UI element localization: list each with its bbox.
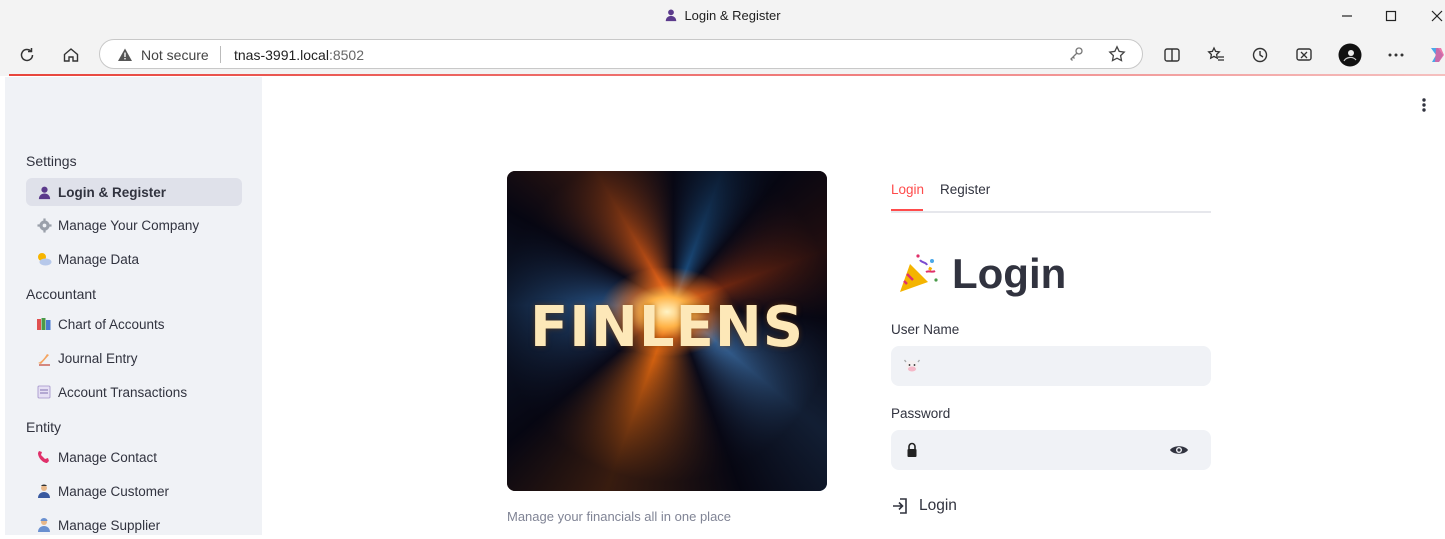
home-icon[interactable] [58,42,84,68]
browser-toolbar: Not secure tnas-3991.local:8502 [0,33,1445,76]
login-button-label: Login [919,497,957,514]
url-text[interactable]: tnas-3991.local:8502 [234,47,364,63]
refresh-icon[interactable] [14,42,40,68]
sidebar-item-label: Manage Data [58,251,140,267]
worker-icon [36,517,52,533]
telephone-icon [36,449,52,465]
username-label: User Name [891,322,960,337]
sidebar-header-entity: Entity [26,419,62,435]
key-icon[interactable] [1068,46,1084,67]
sun-behind-cloud-icon [36,251,52,267]
sidebar-header-settings: Settings [26,153,77,169]
split-screen-icon[interactable] [1159,42,1185,68]
login-heading: Login [896,250,1066,298]
url-divider [220,46,221,63]
sidebar-item-manage-data[interactable]: Manage Data [26,245,242,273]
image-caption: Manage your financials all in one place [507,509,732,524]
sidebar-item-journal-entry[interactable]: Journal Entry [26,344,242,372]
maximize-button[interactable] [1381,6,1401,26]
username-field[interactable] [891,346,1211,386]
page-load-progress [9,74,1445,76]
active-tab-indicator [891,209,923,211]
warning-icon [118,48,132,61]
sidebar-item-chart-of-accounts[interactable]: Chart of Accounts [26,310,242,338]
login-button[interactable]: Login [891,494,957,518]
security-label[interactable]: Not secure [141,47,209,63]
login-arrow-icon [893,498,907,514]
address-bar[interactable]: Not secure tnas-3991.local:8502 [99,39,1143,69]
window-title: Login & Register [0,8,1445,23]
auth-tabs: Login Register [891,171,1211,213]
tab-register[interactable]: Register [940,182,990,197]
person-icon [36,483,52,499]
writing-hand-icon [36,350,52,366]
password-field[interactable] [891,430,1211,470]
bust-silhouette-icon [36,184,52,200]
gear-icon [36,217,52,233]
sidebar: Settings Login & Register Manage Your Co… [5,77,262,535]
favorite-star-icon[interactable] [1108,45,1126,68]
bust-silhouette-icon [666,9,677,22]
receipt-icon [36,384,52,400]
history-icon[interactable] [1247,42,1273,68]
login-heading-text: Login [952,250,1067,297]
tab-login[interactable]: Login [891,182,924,197]
cow-face-icon [903,359,921,372]
sidebar-item-account-transactions[interactable]: Account Transactions [26,378,242,406]
sidebar-item-manage-contact[interactable]: Manage Contact [26,443,242,471]
party-popper-icon [900,254,938,292]
sidebar-item-label: Manage Contact [58,449,158,465]
screenshot-icon[interactable] [1291,42,1317,68]
password-label: Password [891,406,951,421]
sidebar-item-label: Account Transactions [58,384,188,400]
finlens-logo-image: FINLENS [507,171,827,491]
window-title-text: Login & Register [684,8,781,23]
show-password-icon[interactable] [1169,441,1189,459]
profile-avatar-icon[interactable] [1337,42,1363,68]
sidebar-item-label: Manage Customer [58,483,170,499]
close-button[interactable] [1427,6,1445,26]
sidebar-item-label: Chart of Accounts [58,316,165,332]
sidebar-item-label: Login & Register [58,184,167,200]
copilot-icon[interactable] [1424,42,1445,68]
sidebar-item-manage-customer[interactable]: Manage Customer [26,477,242,505]
sidebar-item-label: Manage Your Company [58,217,200,233]
main-menu-icon[interactable] [1419,97,1429,115]
sidebar-item-manage-company[interactable]: Manage Your Company [26,211,242,239]
sidebar-item-login-register[interactable]: Login & Register [26,178,242,206]
books-icon [36,316,52,332]
sidebar-item-label: Journal Entry [58,350,138,366]
window-titlebar: Login & Register [0,0,1445,33]
more-options-icon[interactable] [1383,42,1409,68]
sidebar-header-accountant: Accountant [26,286,97,302]
minimize-button[interactable] [1337,6,1357,26]
url-port: :8502 [328,47,364,63]
sidebar-item-label: Manage Supplier [58,517,161,533]
logo-text: FINLENS [529,295,805,360]
url-host: tnas-3991.local [234,47,329,63]
favorites-icon[interactable] [1203,42,1229,68]
lock-icon [907,442,917,457]
